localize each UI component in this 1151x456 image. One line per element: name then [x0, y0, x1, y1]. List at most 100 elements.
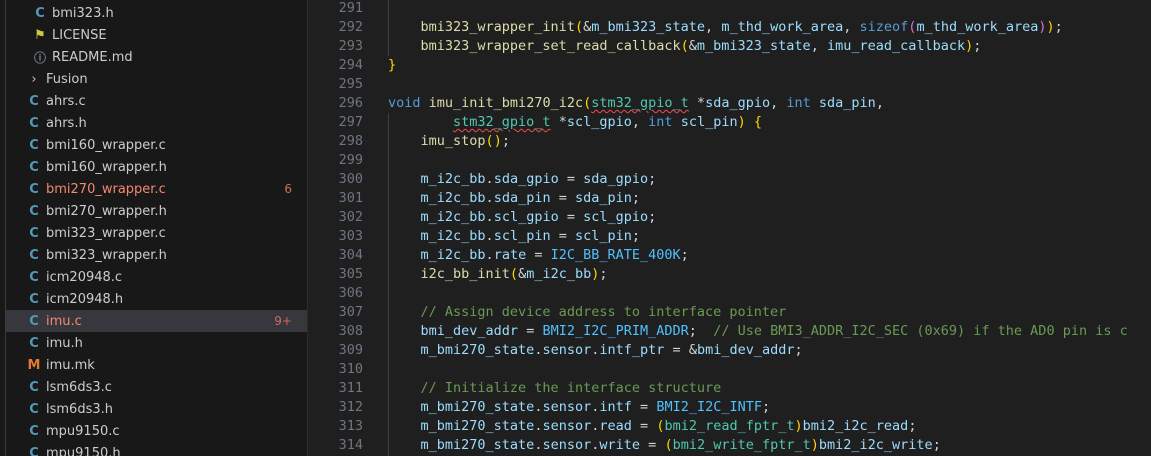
code-line[interactable]: 310: [308, 360, 1151, 379]
file-name: lsm6ds3.h: [46, 401, 113, 417]
file-name: lsm6ds3.c: [46, 379, 112, 395]
line-text: // Assign device address to interface po…: [420, 304, 787, 320]
file-name: bmi323_wrapper.c: [46, 225, 166, 241]
file-tree-item[interactable]: Clsm6ds3.c: [6, 376, 308, 398]
code-line[interactable]: 293 bmi323_wrapper_set_read_callback(&m_…: [308, 37, 1151, 56]
line-text: void imu_init_bmi270_i2c(stm32_gpio_t *s…: [388, 95, 884, 111]
code-line[interactable]: 312 m_bmi270_state.sensor.intf = BMI2_I2…: [308, 398, 1151, 417]
file-tree-item[interactable]: Mimu.mk: [6, 354, 308, 376]
file-tree-item[interactable]: Cimu.h: [6, 332, 308, 354]
c-file-icon: C: [29, 93, 39, 109]
file-name: README.md: [52, 49, 133, 65]
c-file-icon: C: [29, 401, 39, 417]
code-line[interactable]: 304 m_i2c_bb.rate = I2C_BB_RATE_400K;: [308, 246, 1151, 265]
file-tree-item[interactable]: ⓘ README.md: [6, 46, 308, 68]
file-name: bmi160_wrapper.c: [46, 137, 166, 153]
file-tree-item[interactable]: Cbmi270_wrapper.h: [6, 200, 308, 222]
line-number: 312: [338, 399, 363, 415]
code-line[interactable]: 296 void imu_init_bmi270_i2c(stm32_gpio_t…: [308, 94, 1151, 113]
code-line[interactable]: 298 imu_stop();: [308, 132, 1151, 151]
line-text: bmi323_wrapper_set_read_callback(&m_bmi3…: [420, 38, 982, 54]
line-number: 300: [338, 171, 363, 187]
file-name: imu.mk: [46, 357, 95, 373]
code-line[interactable]: 301 m_i2c_bb.sda_pin = sda_pin;: [308, 189, 1151, 208]
line-number: 310: [338, 361, 363, 377]
file-tree-item[interactable]: Cimu.c 9+: [6, 310, 308, 332]
file-tree-item[interactable]: Cbmi323.h: [6, 2, 308, 24]
line-text: bmi_dev_addr = BMI2_I2C_PRIM_ADDR; // Us…: [420, 323, 1128, 339]
code-line[interactable]: 314 m_bmi270_state.sensor.write = (bmi2_…: [308, 436, 1151, 455]
file-name: LICENSE: [52, 27, 107, 43]
line-number: 304: [338, 247, 363, 263]
code-line[interactable]: 292 bmi323_wrapper_init(&m_bmi323_state,…: [308, 18, 1151, 37]
code-editor[interactable]: 291 292 bmi323_wrapper_init(&m_bmi323_sta…: [308, 0, 1151, 456]
c-file-icon: C: [29, 137, 39, 153]
file-name: mpu9150.c: [46, 423, 120, 439]
file-name: icm20948.h: [46, 291, 124, 307]
file-tree-item[interactable]: Cmpu9150.c: [6, 420, 308, 442]
file-name: bmi323.h: [52, 5, 114, 21]
code-line[interactable]: 294}: [308, 56, 1151, 75]
file-tree-item[interactable]: Cbmi270_wrapper.c 6: [6, 178, 308, 200]
code-line[interactable]: 305 i2c_bb_init(&m_i2c_bb);: [308, 265, 1151, 284]
line-number: 309: [338, 342, 363, 358]
code-line[interactable]: 309 m_bmi270_state.sensor.intf_ptr = &bm…: [308, 341, 1151, 360]
file-tree-item[interactable]: Clsm6ds3.h: [6, 398, 308, 420]
code-line[interactable]: 306: [308, 284, 1151, 303]
file-tree-item[interactable]: Cbmi323_wrapper.h: [6, 244, 308, 266]
line-text: // Initialize the interface structure: [420, 380, 722, 396]
file-tree-item[interactable]: › Fusion: [6, 68, 308, 90]
line-text: stm32_gpio_t *scl_gpio, int scl_pin) {: [453, 114, 763, 130]
c-file-icon: C: [29, 181, 39, 197]
file-name: mpu9150.h: [46, 445, 121, 456]
line-text: i2c_bb_init(&m_i2c_bb);: [420, 266, 608, 282]
file-tree-item[interactable]: Cbmi323_wrapper.c: [6, 222, 308, 244]
code-line[interactable]: 313 m_bmi270_state.sensor.read = (bmi2_r…: [308, 417, 1151, 436]
line-number: 296: [338, 95, 363, 111]
line-text: m_bmi270_state.sensor.read = (bmi2_read_…: [420, 418, 917, 434]
c-file-icon: C: [29, 159, 39, 175]
code-line[interactable]: 302 m_i2c_bb.scl_gpio = scl_gpio;: [308, 208, 1151, 227]
code-line[interactable]: 297 stm32_gpio_t *scl_gpio, int scl_pin)…: [308, 113, 1151, 132]
file-tree-item[interactable]: Cicm20948.h: [6, 288, 308, 310]
file-name: bmi160_wrapper.h: [46, 159, 167, 175]
c-file-icon: C: [29, 225, 39, 241]
c-file-icon: C: [29, 313, 39, 329]
code-line[interactable]: 311 // Initialize the interface structur…: [308, 379, 1151, 398]
code-line[interactable]: 308 bmi_dev_addr = BMI2_I2C_PRIM_ADDR; /…: [308, 322, 1151, 341]
file-tree-item[interactable]: Cmpu9150.h: [6, 442, 308, 456]
line-number: 298: [338, 133, 363, 149]
file-tree-item[interactable]: Cahrs.c: [6, 90, 308, 112]
line-text: m_i2c_bb.sda_pin = sda_pin;: [420, 190, 641, 206]
line-text: m_bmi270_state.sensor.intf = BMI2_I2C_IN…: [420, 399, 771, 415]
code-line[interactable]: 307 // Assign device address to interfac…: [308, 303, 1151, 322]
line-number: 299: [338, 152, 363, 168]
info-icon: ⓘ: [33, 50, 46, 65]
code-line[interactable]: 299: [308, 151, 1151, 170]
line-text: m_i2c_bb.rate = I2C_BB_RATE_400K;: [420, 247, 689, 263]
code-line[interactable]: 300 m_i2c_bb.sda_gpio = sda_gpio;: [308, 170, 1151, 189]
file-tree-item[interactable]: ⚑ LICENSE: [6, 24, 308, 46]
line-number: 308: [338, 323, 363, 339]
line-text: }: [388, 57, 397, 73]
file-name: ahrs.c: [46, 93, 86, 109]
line-number: 311: [338, 380, 363, 396]
line-number: 294: [338, 57, 363, 73]
line-text: m_bmi270_state.sensor.intf_ptr = &bmi_de…: [420, 342, 803, 358]
file-name: bmi323_wrapper.h: [46, 247, 167, 263]
file-tree-item[interactable]: Cicm20948.c: [6, 266, 308, 288]
line-number: 314: [338, 437, 363, 453]
c-file-icon: C: [29, 445, 39, 456]
code-line[interactable]: 291: [308, 0, 1151, 18]
code-line[interactable]: 295: [308, 75, 1151, 94]
line-number: 301: [338, 190, 363, 206]
file-tree-item[interactable]: Cbmi160_wrapper.c: [6, 134, 308, 156]
line-number: 307: [338, 304, 363, 320]
c-file-icon: C: [29, 291, 39, 307]
file-name: bmi270_wrapper.h: [46, 203, 167, 219]
file-tree-item[interactable]: Cbmi160_wrapper.h: [6, 156, 308, 178]
file-tree-item[interactable]: Cahrs.h: [6, 112, 308, 134]
file-name: icm20948.c: [46, 269, 123, 285]
code-line[interactable]: 303 m_i2c_bb.scl_pin = scl_pin;: [308, 227, 1151, 246]
line-text: imu_stop();: [420, 133, 510, 149]
